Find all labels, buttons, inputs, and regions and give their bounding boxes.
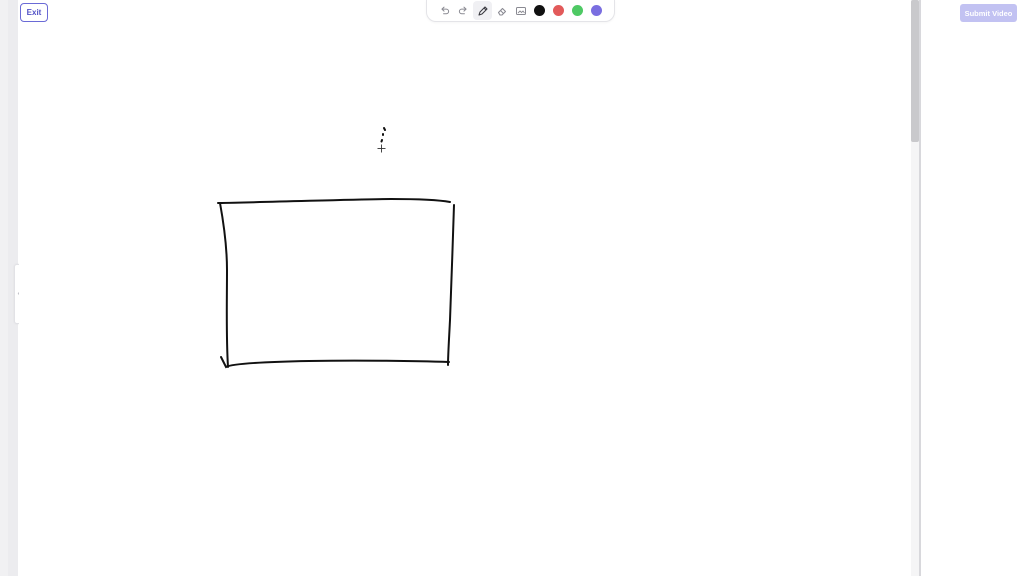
- color-swatch-black[interactable]: [530, 1, 549, 20]
- color-swatch-red[interactable]: [549, 1, 568, 20]
- pen-icon: [477, 5, 488, 16]
- crosshair-cursor-icon: [377, 144, 386, 153]
- drawn-dot-stroke: [380, 139, 383, 143]
- drawn-rectangle-stroke: [217, 197, 451, 204]
- exit-button[interactable]: Exit: [20, 3, 48, 22]
- eraser-tool-button[interactable]: [492, 1, 511, 20]
- undo-button[interactable]: [435, 1, 454, 20]
- eraser-icon: [497, 7, 506, 16]
- image-tool-button[interactable]: [511, 1, 530, 20]
- scrollbar-thumb[interactable]: [911, 0, 919, 142]
- drawn-dot-stroke: [383, 127, 386, 131]
- color-swatch-dot: [572, 5, 583, 16]
- color-swatch-dot: [591, 5, 602, 16]
- drawn-rectangle-stroke: [219, 202, 229, 368]
- drawing-toolbar: [426, 0, 615, 22]
- whiteboard-app: ‹ Exit: [0, 0, 1024, 576]
- drawing-canvas[interactable]: [19, 0, 911, 576]
- submit-video-button[interactable]: Submit Video: [960, 4, 1017, 22]
- image-icon: [515, 6, 526, 15]
- redo-button[interactable]: [454, 1, 473, 20]
- vertical-scrollbar[interactable]: [911, 0, 919, 576]
- redo-icon: [458, 6, 467, 15]
- pen-tool-button[interactable]: [473, 1, 492, 20]
- canvas-drawing-layer: [217, 127, 455, 369]
- color-swatch-purple[interactable]: [587, 1, 606, 20]
- undo-icon: [441, 6, 450, 15]
- color-swatch-dot: [534, 5, 545, 16]
- right-panel: [921, 0, 1024, 576]
- drawn-rectangle-stroke: [447, 204, 455, 366]
- drawn-rectangle-stroke: [220, 356, 450, 369]
- color-swatch-dot: [553, 5, 564, 16]
- color-swatch-green[interactable]: [568, 1, 587, 20]
